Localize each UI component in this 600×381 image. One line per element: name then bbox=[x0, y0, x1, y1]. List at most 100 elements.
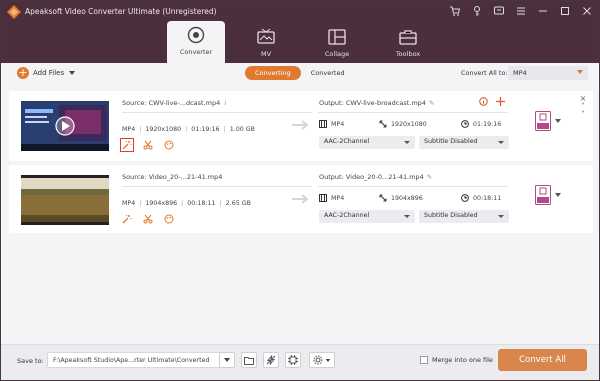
output-duration-info: 00:18:11 bbox=[461, 194, 501, 202]
tab-toolbox[interactable]: Toolbox bbox=[379, 23, 437, 63]
source-meta: MP4 1904x896 00:18:11 2.65 GB bbox=[122, 200, 251, 207]
output-filename: Output: CWV-live-broadcast.mp4 ✎ bbox=[319, 99, 435, 107]
add-files-button[interactable]: + Add Files bbox=[17, 67, 76, 79]
effect-button[interactable] bbox=[162, 212, 176, 226]
info-icon[interactable]: i bbox=[224, 99, 226, 107]
effect-button[interactable] bbox=[162, 138, 176, 152]
maximize-icon[interactable] bbox=[559, 5, 571, 17]
add-files-label: Add Files bbox=[33, 69, 65, 77]
folder-icon bbox=[244, 356, 254, 365]
cut-button[interactable] bbox=[141, 138, 155, 152]
format-file-icon[interactable] bbox=[535, 185, 551, 205]
output-resolution: 1904x896 bbox=[391, 194, 423, 202]
compress-icon[interactable] bbox=[496, 97, 505, 106]
arrow-right-icon bbox=[292, 120, 309, 130]
audio-track-value: AAC-2Channel bbox=[324, 138, 370, 145]
tab-mv[interactable]: MV bbox=[237, 23, 295, 63]
output-resolution: 1920x1080 bbox=[391, 120, 427, 128]
edit-actions bbox=[120, 138, 176, 152]
output-resolution-info: 1904x896 bbox=[379, 194, 423, 202]
enhance-button[interactable] bbox=[120, 138, 134, 152]
film-icon bbox=[319, 120, 327, 128]
source-resolution: 1904x896 bbox=[135, 200, 177, 207]
gpu-acceleration-button[interactable] bbox=[285, 352, 301, 368]
audio-track-select[interactable]: AAC-2Channel bbox=[319, 136, 415, 149]
audio-track-value: AAC-2Channel bbox=[324, 212, 370, 219]
output-duration: 00:18:11 bbox=[473, 194, 502, 202]
chevron-down-icon[interactable]: ˅ bbox=[579, 111, 587, 119]
resize-icon bbox=[379, 194, 387, 202]
chevron-down-icon[interactable] bbox=[555, 193, 561, 197]
tab-converter[interactable]: Converter bbox=[167, 21, 225, 63]
gear-icon bbox=[313, 355, 323, 365]
menu-icon[interactable] bbox=[515, 5, 527, 17]
window-title: Apeaksoft Video Converter Ultimate (Unre… bbox=[25, 7, 217, 16]
enhance-button[interactable] bbox=[120, 212, 134, 226]
scissors-icon bbox=[143, 140, 153, 150]
video-thumbnail[interactable] bbox=[21, 175, 109, 225]
save-path-value: F:\Apeaksoft Studio\Ape...rter Ultimate\… bbox=[53, 357, 210, 364]
tab-converter-label: Converter bbox=[179, 48, 213, 56]
subtitle-select[interactable]: Subtitle Disabled bbox=[419, 210, 509, 223]
resize-icon bbox=[379, 120, 387, 128]
chip-icon bbox=[288, 355, 298, 365]
convert-all-format-value: MP4 bbox=[513, 69, 527, 77]
tab-converting[interactable]: Converting bbox=[245, 66, 301, 80]
key-icon[interactable] bbox=[471, 5, 483, 17]
titlebar-controls bbox=[449, 5, 593, 17]
save-path-select[interactable]: F:\Apeaksoft Studio\Ape...rter Ultimate\… bbox=[47, 352, 235, 368]
source-meta: MP4 1920x1080 01:19:16 1.00 GB bbox=[122, 126, 255, 133]
collage-icon bbox=[328, 29, 346, 45]
file-row: Source: CWV-live-...dcast.mp4i MP4 1920x… bbox=[9, 91, 593, 161]
tab-collage-label: Collage bbox=[324, 50, 350, 58]
info-icon[interactable] bbox=[479, 97, 488, 106]
video-thumbnail[interactable] bbox=[21, 101, 109, 151]
open-folder-button[interactable] bbox=[241, 352, 257, 368]
clock-icon bbox=[461, 120, 469, 128]
status-switch: Converting Converted bbox=[245, 66, 355, 80]
chevron-down-icon bbox=[404, 215, 410, 218]
convert-all-format-select[interactable]: MP4 bbox=[508, 66, 588, 80]
format-file-icon[interactable] bbox=[535, 111, 551, 131]
close-icon[interactable] bbox=[581, 5, 593, 17]
app-window: Apeaksoft Video Converter Ultimate (Unre… bbox=[0, 0, 600, 381]
tab-converted[interactable]: Converted bbox=[301, 66, 355, 80]
cart-icon[interactable] bbox=[449, 5, 461, 17]
merge-into-one-file-checkbox[interactable]: Merge into one file bbox=[420, 356, 493, 364]
plus-icon: + bbox=[17, 66, 29, 79]
output-format-info: MP4 bbox=[319, 194, 344, 202]
pencil-icon[interactable]: ✎ bbox=[427, 173, 432, 181]
minimize-icon[interactable] bbox=[537, 5, 549, 17]
cut-button[interactable] bbox=[141, 212, 155, 226]
footer-bar: Save to: F:\Apeaksoft Studio\Ape...rter … bbox=[1, 344, 599, 380]
chevron-down-icon[interactable] bbox=[555, 119, 561, 123]
save-to-label: Save to: bbox=[17, 357, 44, 365]
save-path-dropdown-button[interactable] bbox=[219, 352, 235, 368]
edit-actions bbox=[120, 212, 176, 226]
tab-collage[interactable]: Collage bbox=[308, 23, 366, 63]
source-size: 1.00 GB bbox=[220, 126, 255, 133]
subtitle-select[interactable]: Subtitle Disabled bbox=[419, 136, 509, 149]
film-icon bbox=[319, 194, 327, 202]
arrow-right-icon bbox=[292, 194, 309, 204]
chevron-down-icon bbox=[498, 141, 504, 144]
mv-icon bbox=[257, 28, 275, 44]
toolbox-icon bbox=[399, 30, 417, 45]
tab-mv-label: MV bbox=[260, 50, 272, 58]
settings-button[interactable] bbox=[309, 352, 335, 368]
hardware-acceleration-button[interactable] bbox=[263, 352, 279, 368]
chevron-down-icon bbox=[224, 358, 230, 362]
output-format: MP4 bbox=[331, 120, 345, 128]
chevron-down-icon bbox=[498, 215, 504, 218]
convert-all-button[interactable]: Convert All bbox=[498, 349, 587, 371]
subtitle-value: Subtitle Disabled bbox=[424, 138, 478, 145]
pencil-icon[interactable]: ✎ bbox=[429, 99, 434, 107]
subtitle-value: Subtitle Disabled bbox=[424, 212, 478, 219]
chevron-down-icon bbox=[577, 70, 583, 74]
feedback-icon[interactable] bbox=[493, 5, 505, 17]
audio-track-select[interactable]: AAC-2Channel bbox=[319, 210, 415, 223]
tab-toolbox-label: Toolbox bbox=[395, 50, 421, 58]
checkbox-box[interactable] bbox=[420, 356, 428, 364]
chevron-down-icon[interactable] bbox=[68, 70, 76, 76]
source-filename: Source: CWV-live-...dcast.mp4 i bbox=[122, 99, 227, 107]
